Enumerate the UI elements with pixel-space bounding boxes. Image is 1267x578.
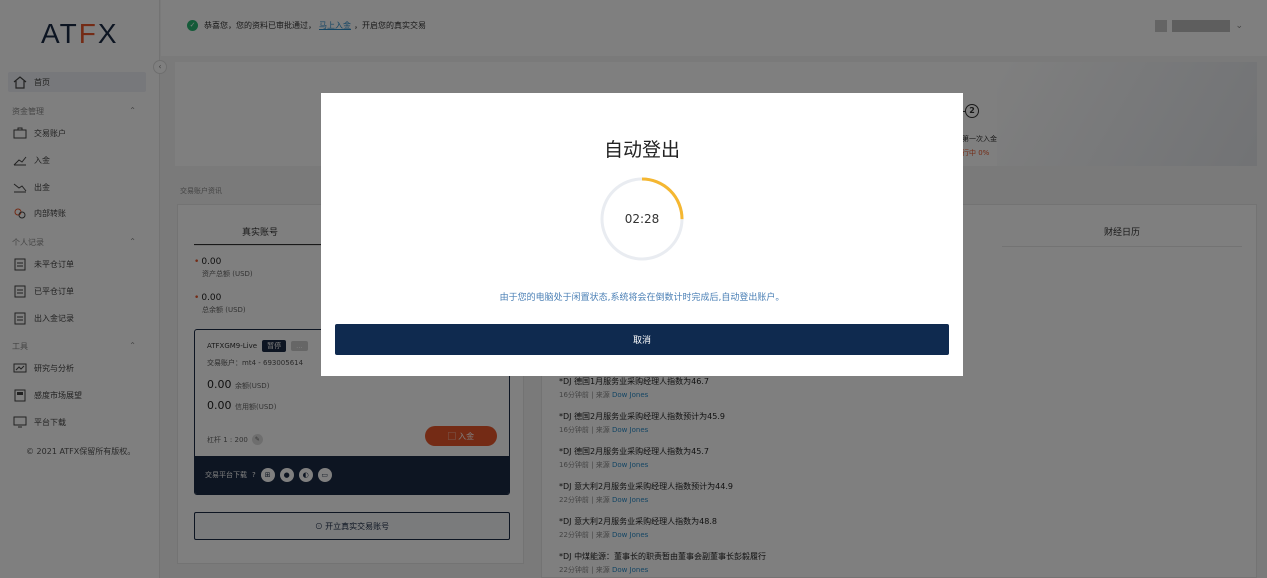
dialog-title: 自动登出 [603, 139, 680, 161]
countdown-text: 02:28 [624, 212, 660, 226]
cancel-button[interactable]: 取消 [335, 324, 949, 355]
auto-logout-dialog: 自动登出 02:28 由于您的电脑处于闲置状态,系统将会在倒数计时完成后,自动登… [321, 93, 963, 376]
dialog-message: 由于您的电脑处于闲置状态,系统将会在倒数计时完成后,自动登出账户。 [499, 293, 785, 303]
